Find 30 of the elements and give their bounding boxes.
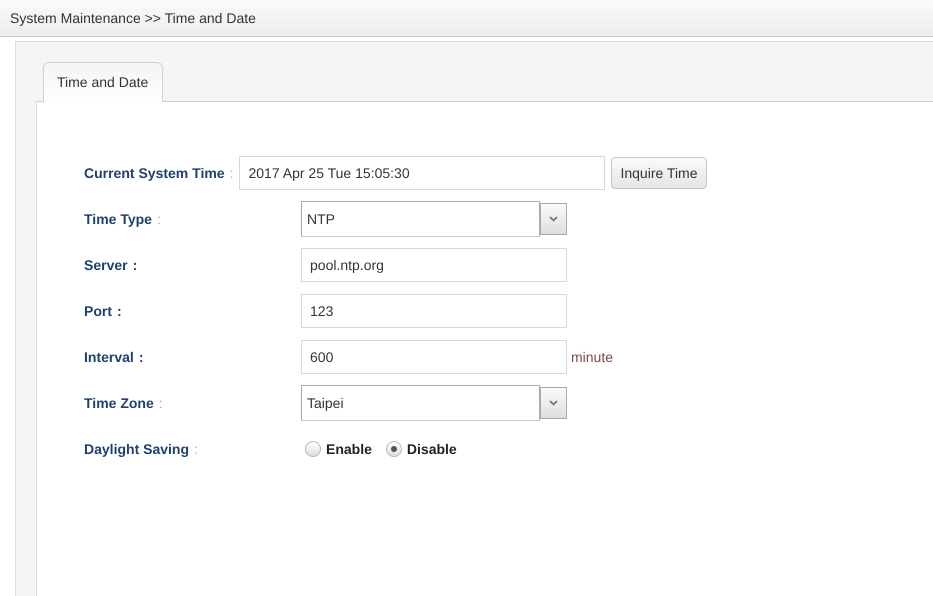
chevron-down-icon — [549, 400, 558, 406]
label-colon: : — [132, 257, 138, 273]
chevron-down-icon — [549, 216, 558, 222]
inquire-button[interactable]: Inquire Time — [611, 157, 707, 189]
label-colon: : — [117, 303, 122, 319]
unit-label: minute — [571, 349, 614, 365]
radio-option[interactable]: Disable — [386, 441, 457, 457]
select-field[interactable]: Taipei — [301, 385, 540, 421]
text-field[interactable]: pool.ntp.org — [301, 248, 567, 282]
field-label: Current System Time — [84, 165, 225, 181]
field-label: Time Zone — [84, 395, 154, 411]
breadcrumb-bar: System Maintenance >> Time and Date — [0, 0, 933, 37]
label-colon: : — [156, 211, 161, 227]
text-field[interactable]: 2017 Apr 25 Tue 15:05:30 — [239, 156, 606, 190]
label-colon: : — [230, 165, 234, 181]
dropdown-button[interactable] — [540, 387, 567, 419]
label-colon: : — [194, 441, 198, 457]
text-field[interactable]: 123 — [301, 294, 567, 328]
text-field[interactable]: 600 — [301, 340, 567, 374]
select-field[interactable]: NTP — [301, 201, 540, 237]
field-label: Server — [84, 257, 128, 273]
field-label: Time Type — [84, 211, 152, 227]
field-label: Port — [84, 303, 112, 319]
field-label: Interval — [84, 349, 134, 365]
dropdown-button[interactable] — [540, 203, 567, 235]
field-label: Daylight Saving — [84, 441, 190, 457]
tab[interactable]: Time and Date — [43, 62, 164, 102]
radio-option[interactable]: Enable — [305, 441, 372, 457]
label-colon: : — [158, 395, 163, 411]
label-colon: : — [138, 349, 144, 365]
